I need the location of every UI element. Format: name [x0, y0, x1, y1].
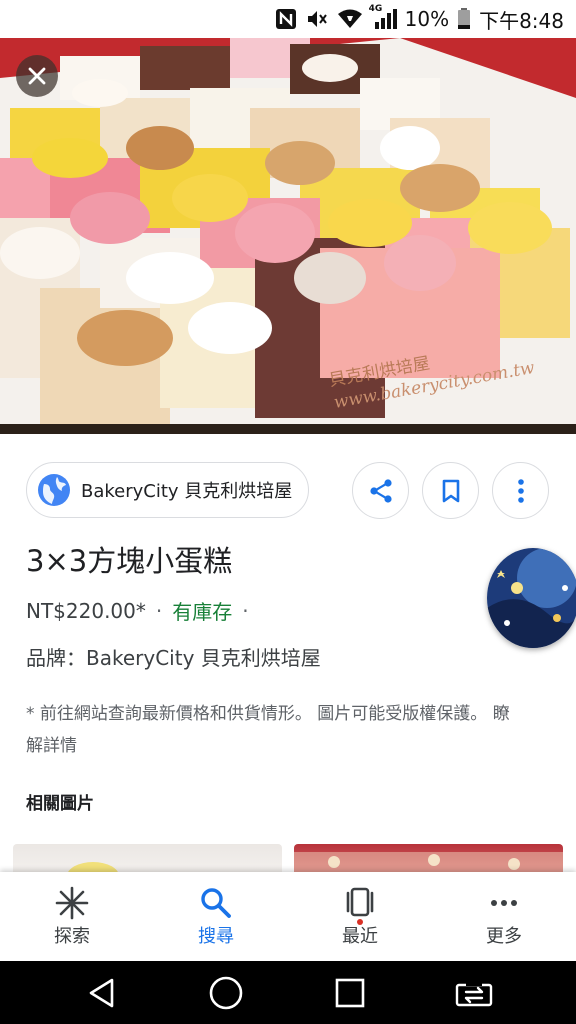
system-navigation-bar [0, 961, 576, 1024]
brand-label: 品牌：BakeryCity 貝克利烘培屋 [26, 646, 321, 670]
signal-icon: 4G [369, 4, 397, 30]
bookmark-button[interactable] [422, 462, 479, 519]
clock: 下午8:48 [479, 8, 564, 33]
switch-arrows-icon [455, 979, 493, 1006]
separator-dot: · [155, 598, 163, 623]
source-name: BakeryCity 貝克利烘培屋 [81, 481, 293, 502]
source-chip[interactable]: BakeryCity 貝克利烘培屋 [26, 462, 309, 518]
bookmark-icon [442, 479, 459, 502]
bottom-navigation: 探索 搜尋 最近 更多 [0, 872, 576, 961]
related-image-thumbnail[interactable] [13, 844, 282, 874]
overview-square-icon [335, 978, 365, 1007]
product-price: NT$220.00* [26, 598, 146, 623]
search-icon [201, 888, 231, 918]
related-images-title: 相關圖片 [26, 794, 94, 814]
asterisk-icon [55, 886, 89, 920]
network-type-label: 4G [368, 4, 383, 14]
share-button[interactable] [352, 462, 409, 519]
nav-explore-label: 探索 [54, 926, 90, 947]
recents-button[interactable] [325, 968, 375, 1018]
back-triangle-icon [89, 978, 114, 1007]
switch-app-button[interactable] [449, 968, 499, 1018]
image-divider [0, 424, 576, 434]
mute-icon [305, 8, 329, 30]
close-icon [28, 67, 46, 85]
share-icon [369, 478, 392, 503]
home-button[interactable] [201, 968, 251, 1018]
stock-status: 有庫存 [172, 600, 233, 624]
more-vertical-icon [517, 478, 524, 503]
related-image-thumbnail[interactable] [294, 844, 563, 874]
battery-percent: 10% [404, 7, 450, 31]
status-bar: 4G 10% 下午8:48 [0, 0, 576, 38]
more-options-button[interactable] [492, 462, 549, 519]
product-title: 3×3方塊小蛋糕 [26, 544, 233, 578]
wifi-icon [337, 8, 363, 30]
close-button[interactable] [16, 55, 58, 97]
home-circle-icon [209, 976, 243, 1009]
nav-more-label: 更多 [486, 926, 522, 947]
battery-icon [457, 8, 471, 30]
nav-explore[interactable]: 探索 [0, 872, 144, 961]
price-row: NT$220.00* · 有庫存 · [26, 596, 249, 625]
back-button[interactable] [77, 968, 127, 1018]
separator-dot: · [242, 598, 249, 623]
assistant-avatar[interactable] [487, 548, 576, 648]
notification-dot [357, 919, 363, 925]
nav-more[interactable]: 更多 [432, 872, 576, 961]
nav-search[interactable]: 搜尋 [144, 872, 288, 961]
nav-recent[interactable]: 最近 [288, 872, 432, 961]
nav-search-label: 搜尋 [198, 926, 234, 947]
more-horizontal-icon [491, 900, 517, 906]
price-note[interactable]: * 前往網站查詢最新價格和供貨情形。 圖片可能受版權保護。 瞭解詳情 [26, 698, 516, 762]
globe-icon [37, 473, 71, 507]
product-image[interactable]: 貝克利烘培屋 www.bakerycity.com.tw [0, 38, 576, 434]
nfc-icon [275, 8, 297, 30]
recent-cards-icon [346, 887, 374, 917]
nav-recent-label: 最近 [342, 926, 378, 947]
